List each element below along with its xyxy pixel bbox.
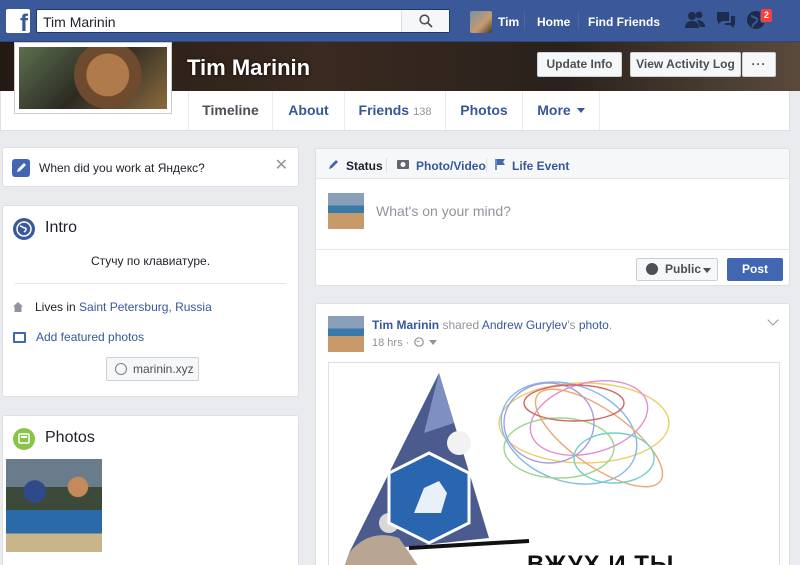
- composer-footer: Public Post: [316, 249, 789, 286]
- post-object-link[interactable]: photo: [579, 318, 609, 332]
- pencil-icon: [328, 158, 340, 173]
- avatar[interactable]: [328, 316, 364, 352]
- intro-card: Intro Стучу по клавиатуре. Lives in Sain…: [2, 205, 299, 397]
- divider: [486, 158, 487, 172]
- add-featured-photos-label: Add featured photos: [36, 330, 145, 344]
- divider: [386, 158, 387, 172]
- caret-down-icon[interactable]: [429, 340, 438, 346]
- meme-illustration: [344, 373, 670, 565]
- status-input[interactable]: What's on your mind?: [376, 203, 511, 219]
- divider: [15, 283, 286, 284]
- nav-divider: [578, 12, 579, 30]
- composer-tabs: Status Photo/Video Life Event: [316, 149, 789, 179]
- profile-name[interactable]: Tim Marinin: [187, 55, 310, 81]
- search-button[interactable]: [401, 10, 449, 32]
- website-link[interactable]: marinin.xyz: [106, 357, 199, 381]
- nav-profile-link[interactable]: Tim: [470, 11, 519, 33]
- more-options-button[interactable]: ···: [742, 52, 776, 77]
- search-icon: [419, 14, 433, 28]
- lives-in-row: Lives in Saint Petersburg, Russia: [13, 300, 212, 314]
- tab-about[interactable]: About: [272, 91, 344, 130]
- composer-tab-life-event[interactable]: Life Event: [494, 158, 569, 174]
- work-prompt-card[interactable]: When did you work at Яндекс? ✕: [2, 147, 299, 187]
- top-navbar: f Tim Marinin Tim Home Find Friends 2: [0, 0, 800, 42]
- globe-icon: [646, 263, 658, 275]
- nav-find-friends-link[interactable]: Find Friends: [588, 15, 660, 29]
- close-icon[interactable]: ✕: [275, 158, 288, 174]
- website-label: marinin.xyz: [133, 362, 194, 376]
- intro-bio: Стучу по клавиатуре.: [90, 254, 211, 268]
- meme-caption: ВЖУХ И ТЫ: [527, 551, 675, 565]
- post-button[interactable]: Post: [727, 258, 783, 281]
- globe-icon: [414, 337, 425, 347]
- intro-title: Intro: [45, 219, 78, 236]
- tab-timeline[interactable]: Timeline: [188, 91, 272, 130]
- home-icon: [13, 302, 23, 312]
- pencil-icon: [12, 159, 30, 177]
- messages-icon[interactable]: [715, 10, 737, 30]
- photo-thumbnail[interactable]: [6, 459, 102, 552]
- caret-down-icon: [576, 108, 585, 113]
- nav-home-link[interactable]: Home: [537, 15, 570, 29]
- tab-more[interactable]: More: [522, 91, 600, 130]
- work-prompt-text: When did you work at Яндекс?: [39, 161, 205, 175]
- tab-label: About: [288, 102, 329, 118]
- post-time[interactable]: 18 hrs ·: [372, 337, 409, 349]
- privacy-label: Public: [665, 262, 702, 276]
- lives-in-city-link[interactable]: Saint Petersburg, Russia: [79, 300, 212, 314]
- flag-icon: [494, 158, 506, 174]
- add-featured-photos-link[interactable]: Add featured photos: [13, 330, 144, 344]
- nav-divider: [524, 12, 525, 30]
- post-period-text: .: [608, 318, 613, 332]
- post-meta: 18 hrs ·: [372, 337, 438, 349]
- post-image[interactable]: ВЖУХ И ТЫ: [328, 362, 780, 565]
- tab-label: Timeline: [202, 102, 259, 118]
- search-input[interactable]: Tim Marinin: [36, 9, 450, 33]
- profile-picture[interactable]: [14, 42, 172, 114]
- notifications-badge: 2: [760, 8, 774, 23]
- tab-label: More: [537, 102, 571, 118]
- photos-card: Photos: [2, 415, 299, 565]
- view-activity-log-button[interactable]: View Activity Log: [630, 52, 741, 77]
- update-info-button[interactable]: Update Info: [537, 52, 622, 77]
- photos-title[interactable]: Photos: [45, 429, 95, 447]
- facebook-logo-icon[interactable]: f: [6, 9, 30, 33]
- feed-post: Tim Marinin shared Andrew Gurylev's phot…: [315, 303, 790, 565]
- tab-label: Friends: [358, 102, 410, 118]
- friends-count: 138: [413, 106, 432, 118]
- camera-icon: [396, 158, 410, 173]
- post-possessive-text: 's: [567, 318, 579, 332]
- composer-tab-label: Photo/Video: [416, 158, 486, 173]
- lives-in-label: Lives in: [35, 300, 76, 314]
- tab-friends[interactable]: Friends 138: [344, 91, 445, 130]
- avatar: [470, 11, 492, 33]
- post-action-text: shared: [439, 318, 482, 332]
- search-value[interactable]: Tim Marinin: [43, 14, 116, 30]
- post-source-link[interactable]: Andrew Gurylev: [482, 318, 567, 332]
- composer-tab-label: Status: [346, 158, 383, 173]
- composer-tab-label: Life Event: [512, 159, 570, 173]
- chevron-down-icon[interactable]: [767, 314, 779, 326]
- globe-icon: [115, 363, 127, 375]
- privacy-selector[interactable]: Public: [636, 258, 718, 281]
- post-header: Tim Marinin shared Andrew Gurylev's phot…: [372, 318, 612, 332]
- tab-photos[interactable]: Photos: [445, 91, 522, 130]
- composer-tab-photo-video[interactable]: Photo/Video: [396, 158, 486, 173]
- caret-down-icon: [703, 268, 711, 273]
- composer-tab-status[interactable]: Status: [328, 158, 383, 173]
- friend-requests-icon[interactable]: [684, 10, 706, 30]
- tab-label: Photos: [460, 102, 508, 118]
- photo-icon: [13, 331, 26, 343]
- status-composer: Status Photo/Video Life Event What's on …: [315, 148, 790, 286]
- avatar: [328, 193, 364, 229]
- globe-icon: [13, 218, 35, 240]
- photos-icon: [13, 428, 35, 450]
- nav-user-name: Tim: [498, 15, 520, 29]
- post-author-link[interactable]: Tim Marinin: [372, 318, 439, 332]
